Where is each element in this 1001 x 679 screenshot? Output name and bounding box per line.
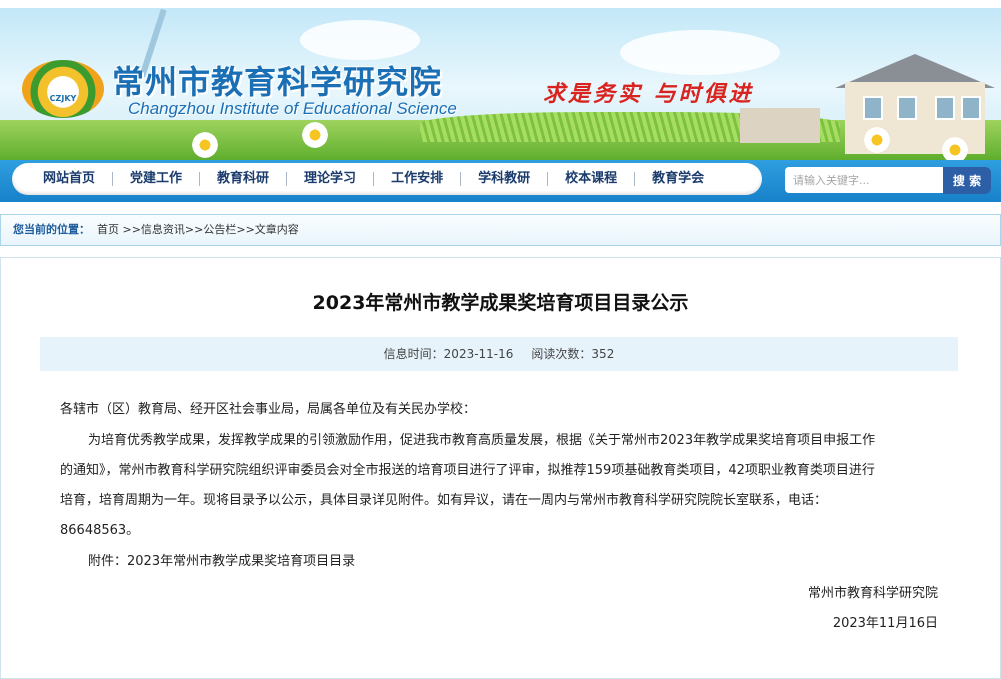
search-button[interactable]: 搜 索: [943, 167, 991, 194]
article-date: 信息时间：2023-11-16: [383, 347, 514, 361]
cloud-decoration: [620, 30, 780, 75]
article-paragraph-line: 培育，培育周期为一年。现将目录予以公示，具体目录详见附件。如有异议，请在一周内与…: [60, 493, 828, 508]
slogan: 求是务实 与时俱进: [543, 81, 754, 107]
article-paragraph-line: 86648563。: [60, 523, 140, 538]
daisy-decoration: [940, 135, 970, 160]
signature-organization: 常州市教育科学研究院: [807, 586, 938, 601]
nav-item-theory-study[interactable]: 理论学习: [287, 163, 373, 195]
nav-item-subject-research[interactable]: 学科教研: [461, 163, 547, 195]
article-attachment[interactable]: 附件：2023年常州市教学成果奖培育项目目录: [88, 550, 355, 569]
breadcrumb-trail[interactable]: 首页 >>信息资讯>>公告栏>>文章内容: [97, 215, 299, 245]
article-title: 2023年常州市教学成果奖培育项目目录公示: [312, 292, 689, 314]
house-decoration: [835, 54, 995, 154]
article-paragraph-line: 为培育优秀教学成果，发挥教学成果的引领激励作用，促进我市教育高质量发展，根据《关…: [88, 433, 876, 448]
logo-text: CZJKY: [49, 94, 77, 103]
nav-item-school-curriculum[interactable]: 校本课程: [548, 163, 634, 195]
nav-item-home[interactable]: 网站首页: [26, 163, 112, 195]
article-paragraph-line: 的通知》，常州市教育科学研究院组织评审委员会对全市报送的培育项目进行了评审，拟推…: [60, 463, 875, 478]
logo-icon: CZJKY: [22, 60, 104, 118]
search-input[interactable]: [785, 167, 943, 193]
nav-item-work-schedule[interactable]: 工作安排: [374, 163, 460, 195]
site-title-english: Changzhou Institute of Educational Scien…: [128, 99, 457, 118]
article-meta: 信息时间：2023-11-16 阅读次数：352: [40, 337, 958, 371]
nav-item-education-research[interactable]: 教育科研: [200, 163, 286, 195]
main-nav: 网站首页 党建工作 教育科研 理论学习 工作安排 学科教研 校本课程 教育学会: [26, 163, 721, 195]
breadcrumb-label: 您当前的位置：: [13, 223, 90, 236]
nav-item-party-building[interactable]: 党建工作: [113, 163, 199, 195]
daisy-decoration: [862, 125, 892, 155]
daisy-decoration: [190, 130, 220, 160]
nav-item-education-society[interactable]: 教育学会: [635, 163, 721, 195]
site-title: 常州市教育科学研究院: [112, 63, 443, 101]
house-decoration: [740, 108, 820, 143]
daisy-decoration: [300, 120, 330, 150]
cloud-decoration: [300, 20, 420, 60]
article-views: 阅读次数：352: [531, 347, 615, 361]
site-banner: CZJKY 常州市教育科学研究院 Changzhou Institute of …: [0, 0, 1001, 160]
banner-top-strip: [0, 0, 1001, 8]
signature-date: 2023年11月16日: [832, 616, 938, 631]
breadcrumb: 您当前的位置： 首页 >>信息资讯>>公告栏>>文章内容: [0, 214, 1001, 246]
article-salutation: 各辖市（区）教育局、经开区社会事业局，局属各单位及有关民办学校：: [60, 402, 477, 417]
